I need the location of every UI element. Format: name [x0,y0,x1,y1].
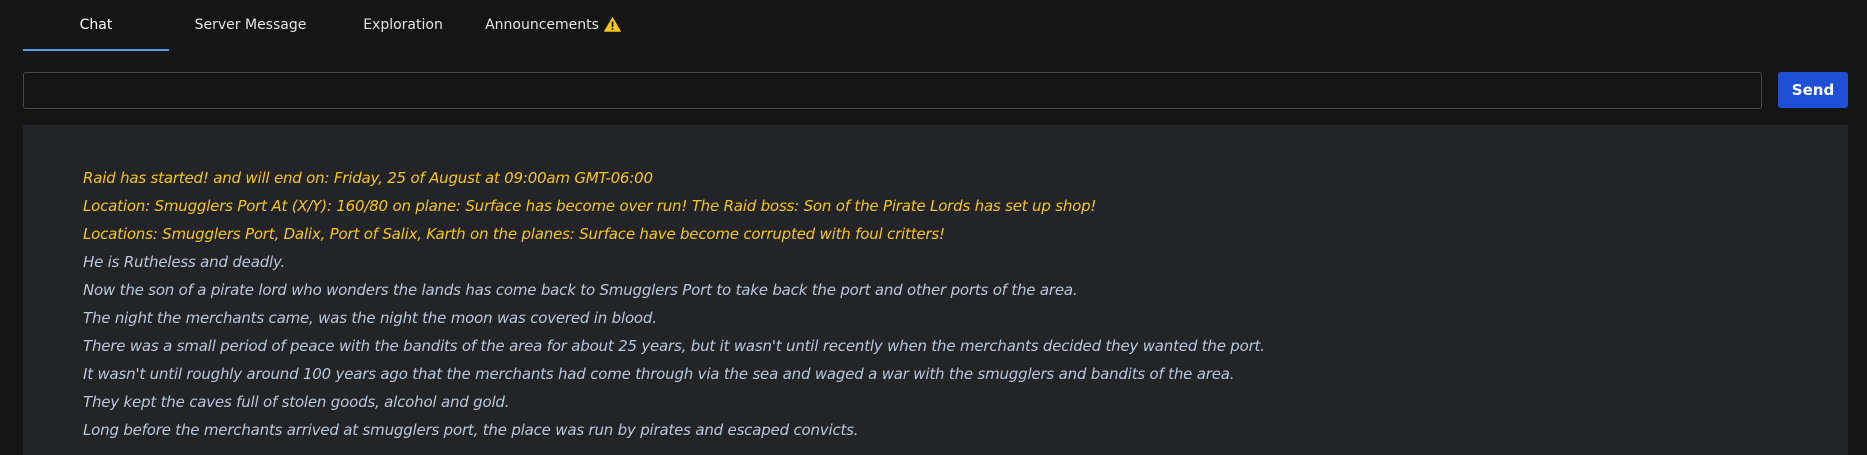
tab-exploration[interactable]: Exploration [332,0,474,51]
message-item: It wasn't until roughly around 100 years… [83,365,1235,383]
message-item: There was a small period of peace with t… [83,337,1265,355]
send-button[interactable]: Send [1778,72,1848,108]
tab-chat[interactable]: Chat [23,0,169,51]
warning-icon [604,17,621,32]
message-item: He is Rutheless and deadly. [83,253,286,271]
message-item: Long before the merchants arrived at smu… [83,421,859,439]
message-item: Raid has started! and will end on: Frida… [83,169,653,187]
tab-bar: Chat Server Message Exploration Announce… [23,0,632,51]
tab-server-message[interactable]: Server Message [169,0,332,51]
message-item: The night the merchants came, was the ni… [83,309,657,327]
chat-input[interactable] [23,72,1762,109]
tab-server-message-label: Server Message [194,16,307,33]
message-item: Now the son of a pirate lord who wonders… [83,281,1078,299]
message-item: Locations: Smugglers Port, Dalix, Port o… [83,225,945,243]
tab-chat-label: Chat [79,16,113,33]
chat-messages-panel[interactable]: Raid has started! and will end on: Frida… [23,125,1848,455]
message-item: Location: Smugglers Port At (X/Y): 160/8… [83,197,1097,215]
tab-exploration-label: Exploration [363,16,443,33]
tab-announcements[interactable]: Announcements [474,0,632,51]
tab-announcements-label: Announcements [485,16,599,33]
message-list: Raid has started! and will end on: Frida… [83,164,1265,444]
message-item: They kept the caves full of stolen goods… [83,393,510,411]
